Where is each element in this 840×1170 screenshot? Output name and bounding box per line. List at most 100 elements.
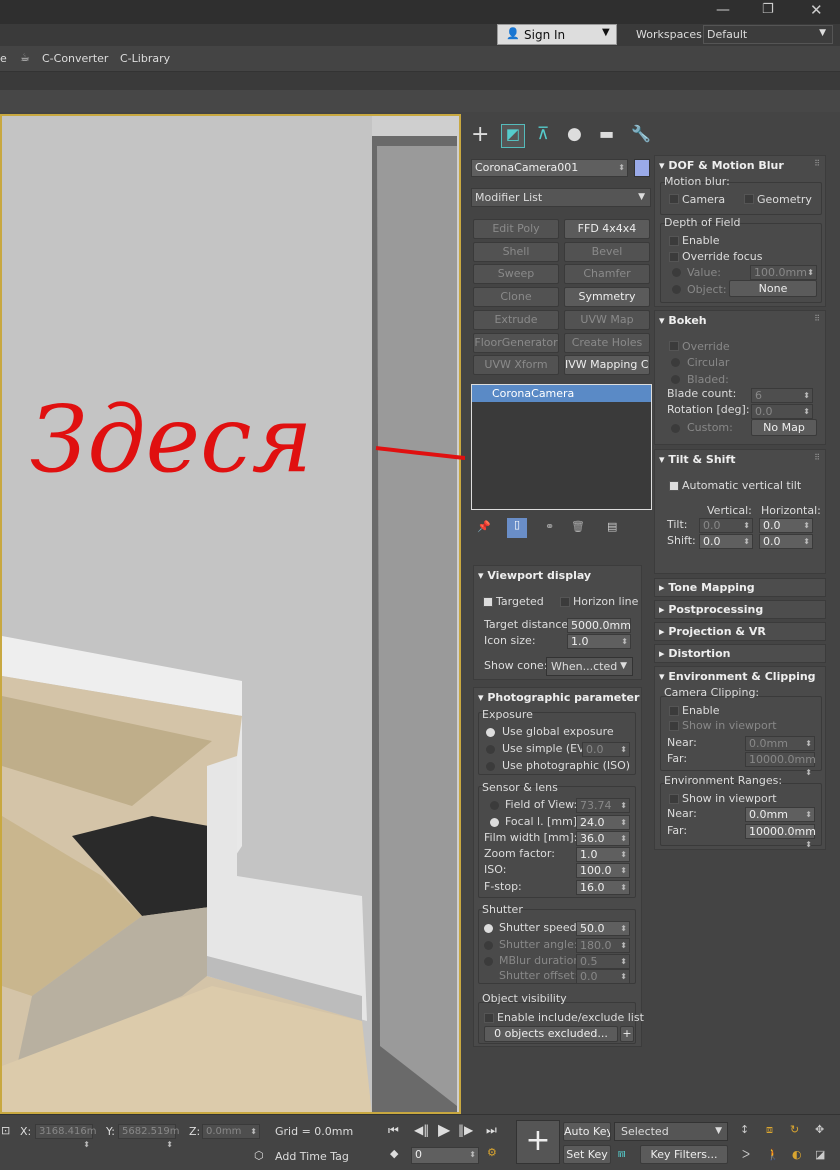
minimize-icon[interactable]: —	[716, 2, 730, 18]
absolute-mode-icon[interactable]: ⊡	[1, 1124, 10, 1137]
env-show-checkbox[interactable]	[669, 794, 679, 804]
film-width-field[interactable]: 36.0	[576, 831, 630, 846]
tab-modify-icon[interactable]: ◩	[501, 124, 525, 148]
tilt-vertical-field[interactable]: 0.0	[699, 518, 753, 533]
show-cone-dropdown[interactable]: When...cted ▼	[546, 657, 633, 676]
x-coordinate-field[interactable]: 3168.416m	[35, 1124, 96, 1151]
postprocessing-rollout[interactable]: ▸ Postprocessing	[654, 600, 826, 619]
shutter-speed-field[interactable]: 50.0	[576, 921, 630, 936]
clipping-show-checkbox[interactable]	[669, 721, 679, 731]
z-coordinate-field[interactable]: 0.0mm	[202, 1124, 260, 1139]
custom-map-button[interactable]: No Map	[751, 419, 817, 436]
clip-near-field[interactable]: 0.0mm	[745, 736, 815, 751]
set-key-button[interactable]: Set Key	[563, 1145, 611, 1164]
time-config-icon[interactable]: ⚙	[487, 1146, 497, 1159]
tab-display-icon[interactable]: ▬	[599, 124, 614, 143]
fstop-field[interactable]: 16.0	[576, 880, 630, 895]
walk-icon[interactable]: ✥	[815, 1123, 824, 1136]
bokeh-title[interactable]: ▾ Bokeh	[659, 314, 707, 327]
icon-size-field[interactable]: 1.0	[567, 634, 631, 649]
simple-ev-field[interactable]: 0.0	[582, 742, 630, 757]
photographic-title[interactable]: ▾ Photographic parameter	[478, 691, 639, 704]
drag-handle-icon[interactable]: ⠿	[814, 159, 820, 168]
include-exclude-checkbox[interactable]	[484, 1013, 494, 1023]
projection-vr-rollout[interactable]: ▸ Projection & VR	[654, 622, 826, 641]
modifier-button-ffd[interactable]: FFD 4x4x4	[564, 219, 650, 239]
set-key-big-button[interactable]: +	[516, 1120, 560, 1164]
go-to-end-icon[interactable]: ⏭	[486, 1123, 497, 1138]
env-title[interactable]: ▾ Environment & Clipping	[659, 670, 816, 683]
modifier-button-edit-poly[interactable]: Edit Poly	[473, 219, 559, 239]
modifier-button-sweep[interactable]: Sweep	[473, 264, 559, 284]
modifier-button-uvw-xform[interactable]: UVW Xform	[473, 355, 559, 375]
add-exclude-button[interactable]: +	[620, 1026, 634, 1042]
use-simple-radio[interactable]	[486, 745, 495, 754]
targeted-checkbox[interactable]	[483, 597, 493, 607]
key-set-dropdown[interactable]: Selected ▼	[614, 1122, 728, 1141]
current-frame-field[interactable]: 0	[411, 1147, 479, 1164]
dof-enable-checkbox[interactable]	[669, 236, 679, 246]
menu-item-c-converter[interactable]: C-Converter	[42, 52, 108, 65]
show-end-result-icon[interactable]: ▯	[507, 518, 527, 538]
y-coordinate-field[interactable]: 5682.519m	[118, 1124, 179, 1151]
walk-through-icon[interactable]: 🚶	[766, 1148, 780, 1161]
go-to-start-icon[interactable]: ⏮	[388, 1123, 399, 1138]
tab-utilities-icon[interactable]: 🔧	[631, 124, 651, 143]
auto-vertical-tilt-checkbox[interactable]	[669, 481, 679, 491]
override-focus-checkbox[interactable]	[669, 252, 679, 262]
pin-stack-icon[interactable]: 📌	[477, 520, 491, 533]
modifier-button-bevel[interactable]: Bevel	[564, 242, 650, 262]
modifier-button-chamfer[interactable]: Chamfer	[564, 264, 650, 284]
play-icon[interactable]: ▶	[438, 1120, 450, 1139]
mblur-duration-field[interactable]: 0.5	[576, 954, 630, 969]
menu-item-e[interactable]: e	[0, 52, 7, 65]
auto-key-button[interactable]: Auto Key	[563, 1122, 611, 1141]
blade-count-field[interactable]: 6	[751, 388, 813, 403]
tone-mapping-rollout[interactable]: ▸ Tone Mapping	[654, 578, 826, 597]
clipping-enable-checkbox[interactable]	[669, 706, 679, 716]
zoom-factor-field[interactable]: 1.0	[576, 847, 630, 862]
orbit-subobject-icon[interactable]: ◐	[792, 1148, 802, 1161]
mblur-radio[interactable]	[484, 957, 493, 966]
modifier-list-dropdown[interactable]: Modifier List ▼	[471, 188, 651, 207]
object-color-swatch[interactable]	[634, 159, 650, 177]
focus-value-field[interactable]: 100.0mm	[750, 265, 817, 280]
modifier-button-floorgenerator[interactable]: FloorGenerator	[473, 333, 559, 353]
use-global-radio[interactable]	[486, 728, 495, 737]
drag-handle-icon[interactable]: ⠿	[814, 314, 820, 323]
focal-field[interactable]: 24.0	[576, 815, 630, 830]
target-distance-field[interactable]: 5000.0mm	[567, 618, 631, 645]
object-radio[interactable]	[672, 285, 681, 294]
modifier-button-uvw-map[interactable]: UVW Map	[564, 310, 650, 330]
menu-item-c-library[interactable]: C-Library	[120, 52, 170, 65]
zoom-extents-icon[interactable]: ↕	[740, 1123, 749, 1136]
key-filters-button[interactable]: Key Filters...	[640, 1145, 728, 1164]
shift-horizontal-field[interactable]: 0.0	[759, 534, 813, 549]
configure-sets-icon[interactable]: ▤	[607, 520, 617, 533]
restore-icon[interactable]: ❐	[762, 2, 774, 17]
circular-radio[interactable]	[671, 358, 680, 367]
viewport[interactable]: Здеся	[0, 114, 461, 1114]
tilt-horizontal-field[interactable]: 0.0	[759, 518, 813, 533]
rotation-field[interactable]: 0.0	[751, 404, 813, 419]
focus-object-button[interactable]: None	[729, 280, 817, 297]
camera-blur-checkbox[interactable]	[669, 194, 679, 204]
fov-field[interactable]: 73.74	[576, 798, 630, 813]
object-name-field[interactable]: CoronaCamera001	[471, 159, 628, 177]
dof-title[interactable]: ▾ DOF & Motion Blur	[659, 159, 784, 172]
shutter-speed-radio[interactable]	[484, 924, 493, 933]
shift-vertical-field[interactable]: 0.0	[699, 534, 753, 549]
shutter-angle-field[interactable]: 180.0	[576, 938, 630, 953]
tab-motion-icon[interactable]: ●	[567, 124, 582, 144]
modifier-button-clone[interactable]: Clone	[473, 287, 559, 307]
modifier-button-uvw-mapping-clear[interactable]: IVW Mapping Clea	[564, 355, 650, 375]
key-mode-icon[interactable]: ◆	[390, 1147, 398, 1160]
focal-radio[interactable]	[490, 818, 499, 827]
use-photographic-radio[interactable]	[486, 762, 495, 771]
make-unique-icon[interactable]: ⚭	[545, 520, 554, 533]
iso-field[interactable]: 100.0	[576, 863, 630, 878]
next-frame-icon[interactable]: ‖▶	[458, 1123, 473, 1137]
value-radio[interactable]	[672, 268, 681, 277]
default-tangent-icon[interactable]: ⩎	[618, 1146, 625, 1161]
distortion-rollout[interactable]: ▸ Distortion	[654, 644, 826, 663]
